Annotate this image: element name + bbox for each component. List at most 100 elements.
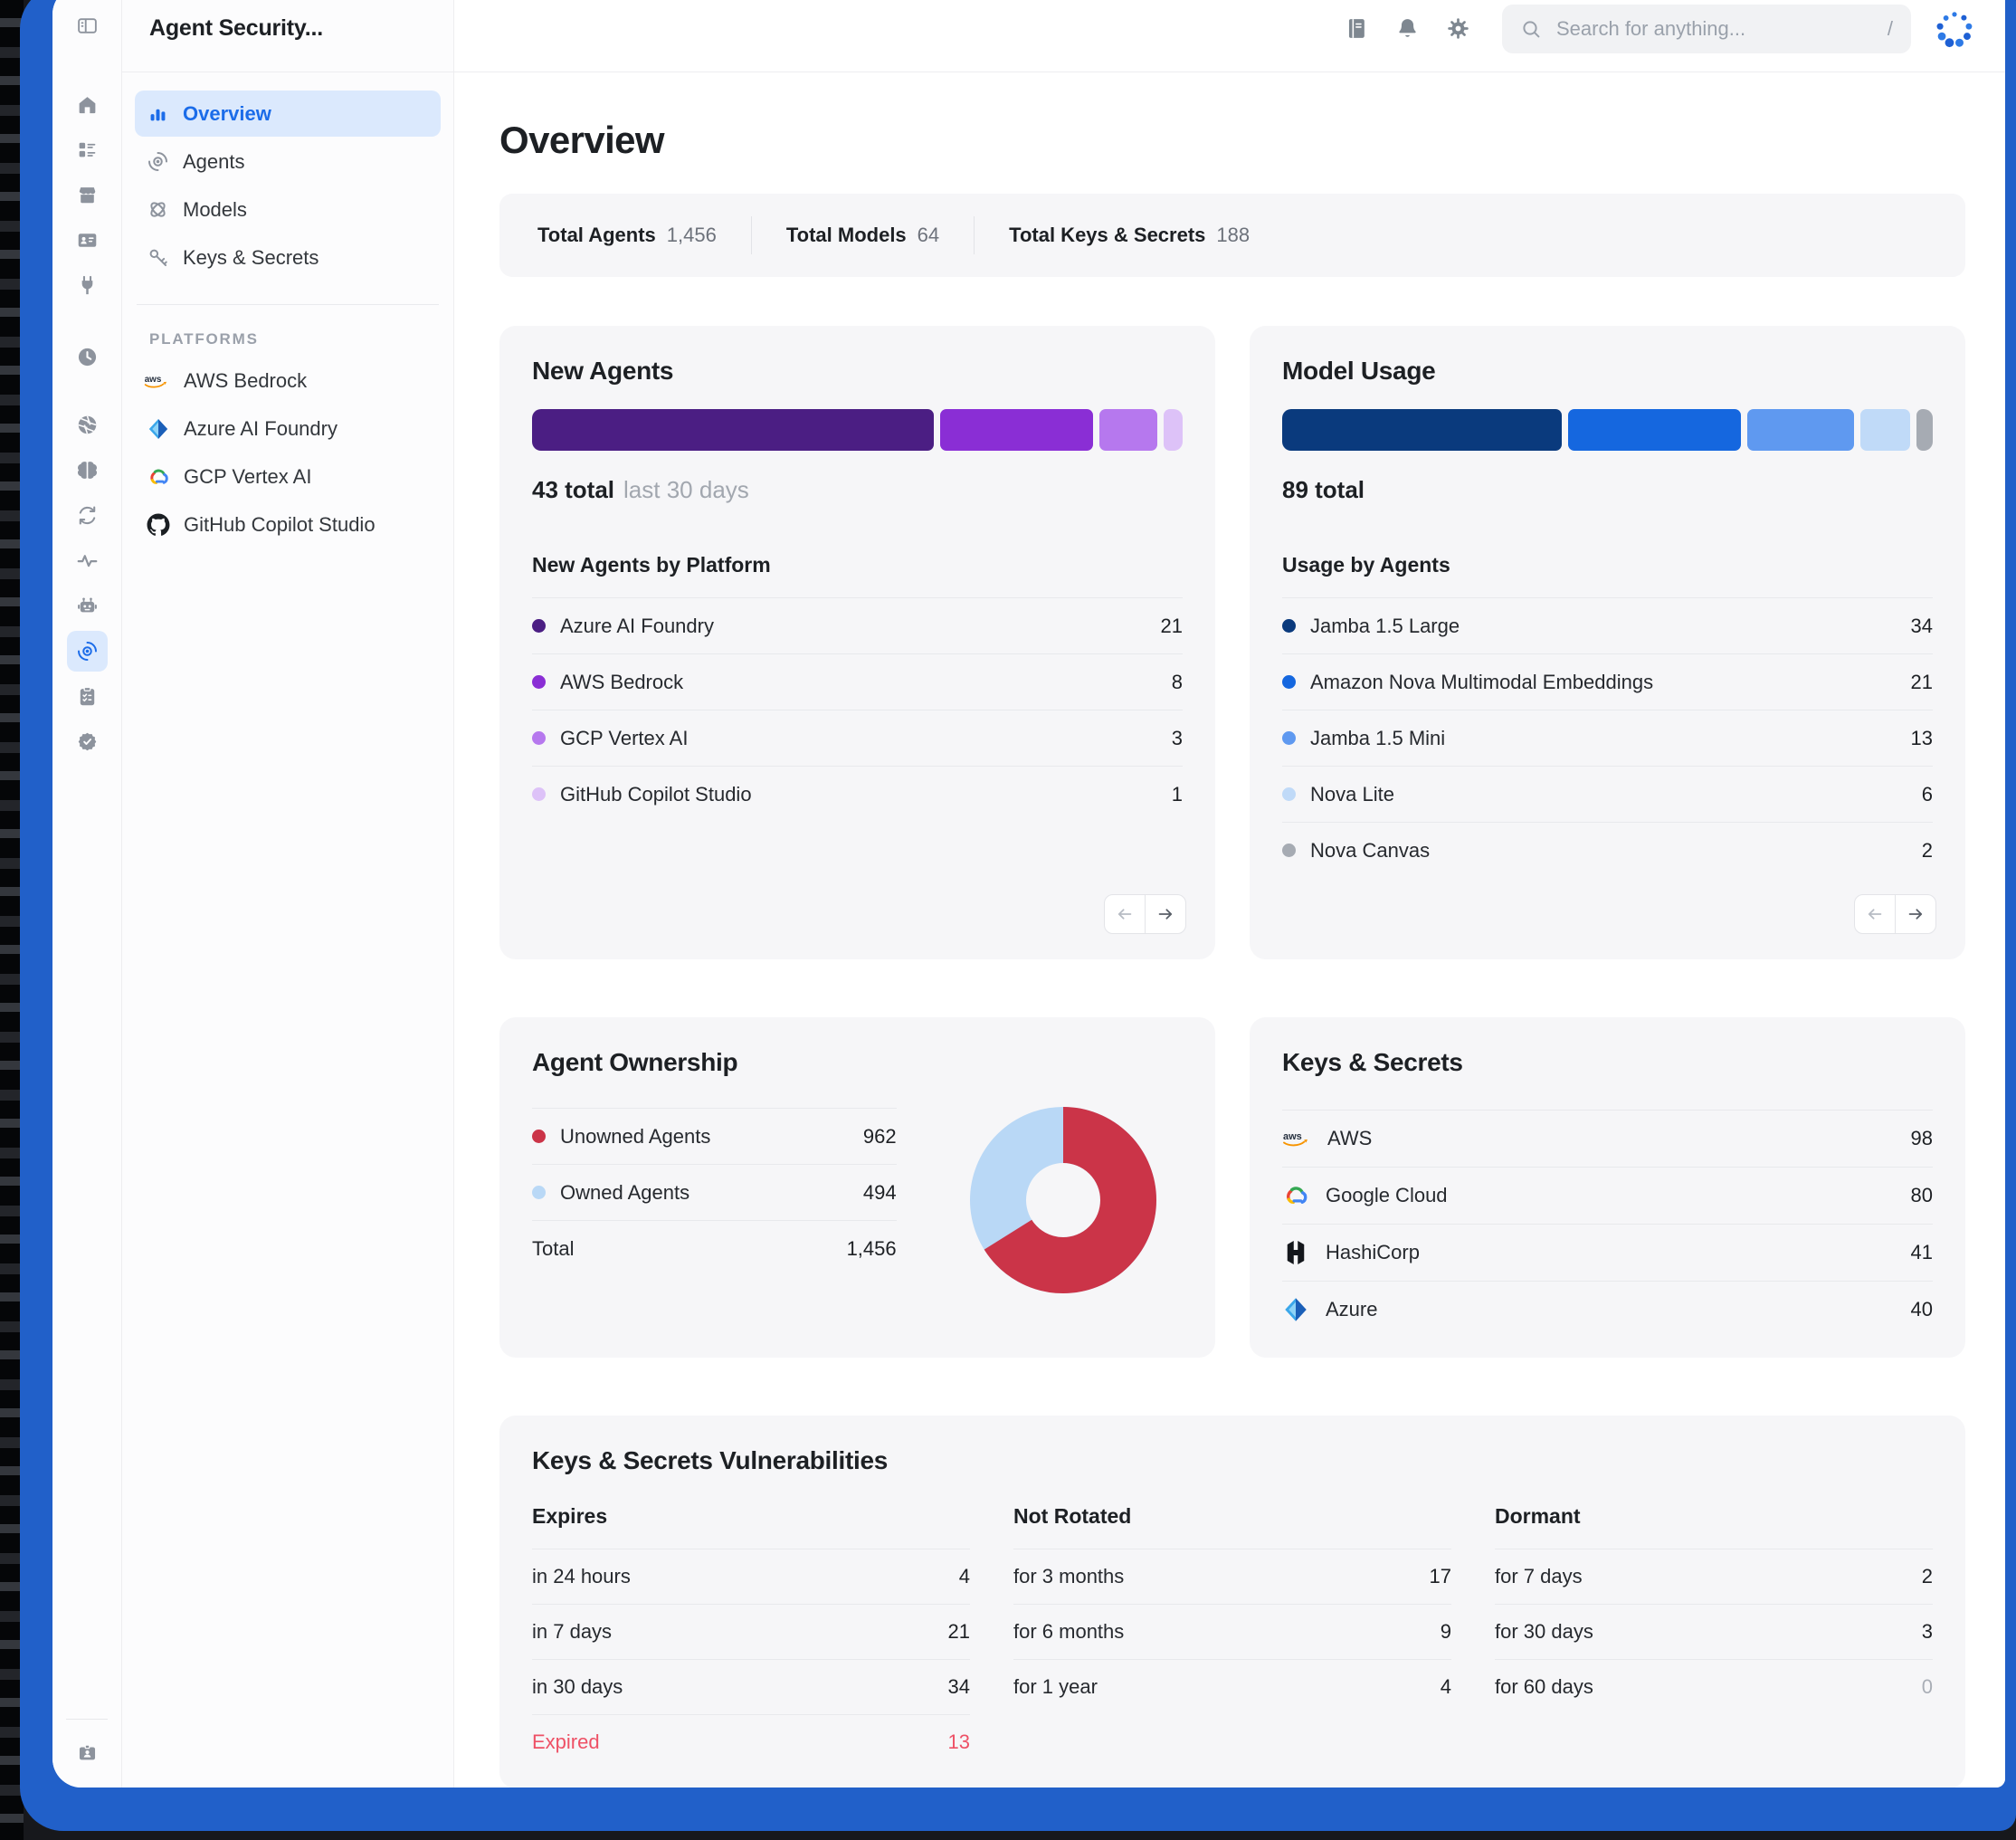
rail-identities[interactable]	[67, 220, 108, 261]
total-period: last 30 days	[623, 476, 749, 503]
list-title: New Agents by Platform	[532, 553, 1183, 597]
rail-home[interactable]	[67, 84, 108, 125]
bar-segment	[1282, 409, 1562, 451]
item-label: Nova Canvas	[1310, 839, 1430, 863]
rail-tasks[interactable]	[67, 676, 108, 717]
list-item: for 60 days 0	[1495, 1659, 1933, 1714]
item-value: 962	[863, 1125, 897, 1149]
model-usage-card: Model Usage 89 total Usage by Agents Jam…	[1250, 326, 1965, 959]
stat-label: Total Agents	[537, 224, 656, 246]
platform-item-azure-ai-foundry[interactable]: Azure AI Foundry	[135, 405, 441, 452]
app-window: Agent Security... OverviewAgentsModelsKe…	[52, 0, 2005, 1788]
arrow-left-icon	[1865, 904, 1885, 924]
search-input[interactable]	[1555, 16, 1875, 42]
list-item: Nova Canvas2	[1282, 822, 1933, 878]
catalog-icon	[76, 138, 99, 161]
prev-page-button[interactable]	[1104, 894, 1146, 934]
column-header: Expires	[532, 1504, 970, 1549]
rail-compliance[interactable]	[67, 721, 108, 762]
sidebar-item-models[interactable]: Models	[135, 186, 441, 233]
item-label: Google Cloud	[1326, 1184, 1448, 1207]
seal-icon	[76, 730, 99, 753]
platform-item-aws-bedrock[interactable]: AWS Bedrock	[135, 358, 441, 404]
item-label: for 60 days	[1495, 1675, 1593, 1699]
gear-icon	[1446, 16, 1470, 41]
item-value: 98	[1911, 1127, 1933, 1150]
item-label: in 30 days	[532, 1675, 623, 1699]
settings-button[interactable]	[1437, 8, 1479, 50]
legend-dot-icon	[1282, 844, 1296, 857]
rail-divider	[66, 1719, 108, 1720]
stat-value: 1,456	[667, 224, 717, 246]
card-title: New Agents	[532, 357, 1183, 386]
list-item: in 30 days34	[532, 1659, 970, 1714]
item-label: Azure	[1326, 1298, 1377, 1321]
sidebar-item-label: Models	[183, 198, 247, 222]
clipboard-icon	[76, 685, 99, 708]
rail-catalog[interactable]	[67, 129, 108, 170]
azure-icon	[147, 417, 170, 441]
hashicorp-icon	[1282, 1239, 1309, 1266]
github-icon	[147, 513, 170, 537]
item-label: for 1 year	[1013, 1675, 1098, 1699]
account-logo-button[interactable]	[1929, 4, 1980, 54]
item-value: 0	[1922, 1675, 1933, 1699]
item-label: Jamba 1.5 Mini	[1310, 727, 1445, 750]
rail-lifecycle[interactable]	[67, 495, 108, 536]
prev-page-button[interactable]	[1854, 894, 1896, 934]
item-label: Amazon Nova Multimodal Embeddings	[1310, 671, 1653, 694]
arrow-left-icon	[1115, 904, 1135, 924]
rail-activity[interactable]	[67, 540, 108, 581]
sidebar-item-agents[interactable]: Agents	[135, 138, 441, 185]
item-label: for 7 days	[1495, 1565, 1583, 1588]
platform-item-gcp-vertex-ai[interactable]: GCP Vertex AI	[135, 453, 441, 500]
docs-button[interactable]	[1336, 8, 1377, 50]
sidebar-item-overview[interactable]: Overview	[135, 91, 441, 137]
ownership-list: Unowned Agents962Owned Agents494Total1,4…	[532, 1108, 897, 1276]
stat-label: Total Keys & Secrets	[1009, 224, 1205, 246]
rail-marketplace[interactable]	[67, 175, 108, 215]
rail-aperture[interactable]	[67, 405, 108, 445]
rail-agents-bots[interactable]	[67, 586, 108, 626]
sidebar-toggle[interactable]	[67, 5, 108, 46]
item-label: Expired	[532, 1730, 600, 1754]
list-item: for 30 days3	[1495, 1604, 1933, 1659]
stat-value: 64	[918, 224, 939, 246]
sidebar-item-keys-secrets[interactable]: Keys & Secrets	[135, 234, 441, 281]
pager	[1104, 894, 1186, 934]
notifications-button[interactable]	[1386, 8, 1428, 50]
next-page-button[interactable]	[1895, 894, 1936, 934]
platform-item-github-copilot-studio[interactable]: GitHub Copilot Studio	[135, 501, 441, 548]
stat-label: Total Models	[786, 224, 907, 246]
list-item: in 7 days21	[532, 1604, 970, 1659]
target-icon	[76, 640, 99, 663]
keys-secrets-card: Keys & Secrets AWS98Google Cloud80HashiC…	[1250, 1017, 1965, 1358]
list-item: Azure AI Foundry21	[532, 597, 1183, 653]
rail-agent-security[interactable]	[67, 631, 108, 672]
vulnerability-column: Expiresin 24 hours4in 7 days21in 30 days…	[532, 1504, 970, 1769]
knot-icon	[147, 198, 169, 221]
card-title: Keys & Secrets Vulnerabilities	[532, 1446, 1933, 1475]
platform-item-label: GCP Vertex AI	[184, 465, 311, 489]
rail-integrations[interactable]	[67, 265, 108, 306]
aperture-icon	[76, 414, 99, 436]
total-label: Total	[532, 1237, 574, 1261]
search-box[interactable]: /	[1502, 5, 1911, 53]
item-label: for 30 days	[1495, 1620, 1593, 1644]
item-label: GitHub Copilot Studio	[560, 783, 752, 806]
rail-ai[interactable]	[67, 450, 108, 491]
legend-dot-icon	[1282, 675, 1296, 689]
aws-icon	[1280, 1128, 1317, 1149]
item-value: 8	[1172, 671, 1183, 694]
bar-segment	[532, 409, 934, 451]
platform-list: Azure AI Foundry21AWS Bedrock8GCP Vertex…	[532, 597, 1183, 822]
platform-item-label: Azure AI Foundry	[184, 417, 338, 441]
next-page-button[interactable]	[1145, 894, 1186, 934]
content: Overview Total Agents1,456Total Models64…	[454, 72, 2005, 1788]
legend-dot-icon	[1282, 731, 1296, 745]
rail-profile-badge[interactable]	[67, 1732, 108, 1773]
sidebar: Agent Security... OverviewAgentsModelsKe…	[122, 0, 454, 1788]
sidebar-item-label: Overview	[183, 102, 271, 126]
sidebar-nav: Overview Agents Models Keys & Secrets	[122, 72, 453, 282]
rail-history[interactable]	[67, 337, 108, 377]
